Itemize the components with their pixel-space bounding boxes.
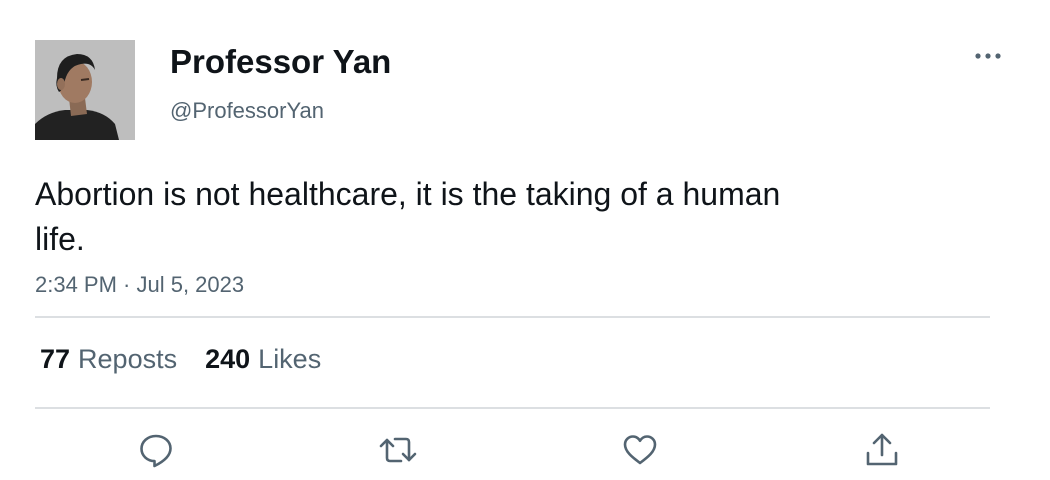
- likes-stat[interactable]: 240 Likes: [205, 342, 321, 376]
- repost-arrows-icon: [379, 437, 417, 463]
- divider: [35, 316, 990, 318]
- reposts-count: 77: [40, 344, 71, 374]
- tweet-card: Professor Yan @ProfessorYan Abortion is …: [0, 0, 1050, 480]
- avatar[interactable]: [35, 40, 135, 140]
- speech-bubble-icon: [140, 434, 172, 468]
- more-dots-icon: [975, 53, 1001, 59]
- more-options-button[interactable]: [968, 44, 1008, 68]
- tweet-text: Abortion is not healthcare, it is the ta…: [35, 176, 781, 257]
- engagement-stats: 77 Reposts 240 Likes: [40, 342, 349, 376]
- likes-count: 240: [205, 344, 251, 374]
- profile-photo-icon: [35, 40, 135, 140]
- share-button[interactable]: [860, 428, 904, 472]
- share-upload-icon: [866, 433, 898, 466]
- user-handle[interactable]: @ProfessorYan: [170, 97, 324, 125]
- like-button[interactable]: [618, 428, 662, 472]
- divider: [35, 407, 990, 409]
- reply-button[interactable]: [134, 428, 178, 472]
- repost-button[interactable]: [376, 428, 420, 472]
- display-name[interactable]: Professor Yan: [170, 42, 391, 82]
- reposts-stat[interactable]: 77 Reposts: [40, 342, 177, 376]
- likes-label: Likes: [258, 344, 322, 374]
- reposts-label: Reposts: [78, 344, 178, 374]
- heart-icon: [623, 435, 657, 465]
- tweet-timestamp[interactable]: 2:34 PM · Jul 5, 2023: [35, 271, 244, 299]
